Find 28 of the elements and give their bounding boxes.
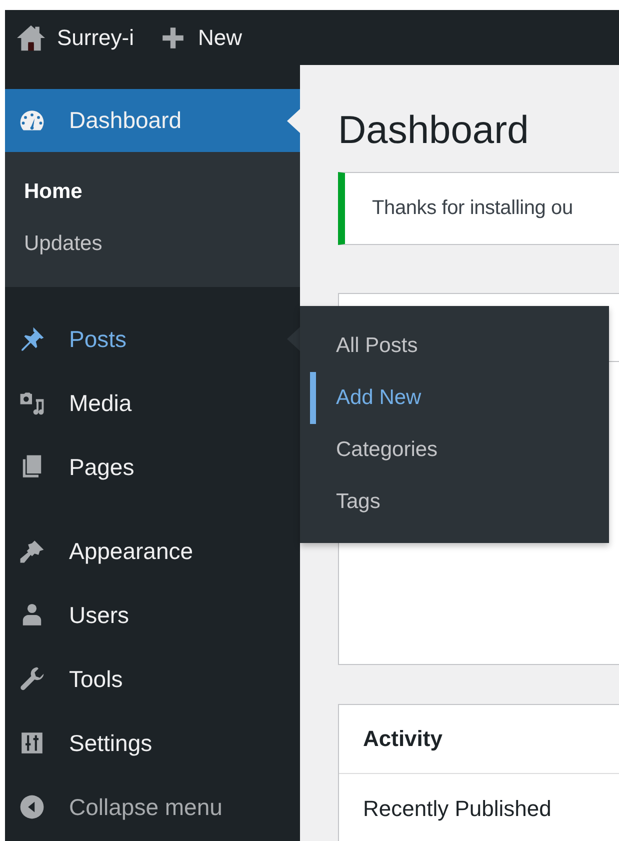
- notice-text: Thanks for installing ou: [372, 197, 573, 220]
- submenu-item[interactable]: Home: [5, 166, 300, 218]
- menu-item[interactable]: Dashboard: [5, 89, 300, 152]
- flyout-item[interactable]: All Posts: [310, 320, 609, 372]
- flyout-item[interactable]: Categories: [310, 424, 609, 476]
- collapse-menu-button[interactable]: Collapse menu: [5, 775, 300, 839]
- pushpin-icon: [19, 326, 45, 352]
- plus-icon: [160, 24, 186, 50]
- menu-item[interactable]: Media: [5, 371, 300, 435]
- site-link[interactable]: Surrey-i: [17, 24, 134, 52]
- submenu-item[interactable]: Updates: [5, 218, 300, 270]
- wrench-icon: [19, 666, 45, 692]
- home-icon: [17, 24, 45, 52]
- flyout-item[interactable]: Tags: [310, 476, 609, 528]
- paintbrush-icon: [19, 538, 45, 564]
- menu-item[interactable]: Tools: [5, 647, 300, 711]
- menu-item[interactable]: Posts: [5, 307, 300, 371]
- panel-title: Activity: [363, 726, 442, 752]
- menu-item[interactable]: Appearance: [5, 519, 300, 583]
- section-heading: Recently Published: [363, 796, 552, 822]
- menu-item[interactable]: Pages: [5, 435, 300, 499]
- new-link[interactable]: New: [160, 24, 242, 50]
- menu-item[interactable]: Settings: [5, 711, 300, 775]
- settings-icon: [19, 730, 45, 756]
- menu-item[interactable]: Users: [5, 583, 300, 647]
- page-title: Dashboard: [338, 108, 530, 154]
- flyout-item[interactable]: Add New: [310, 372, 609, 424]
- media-icon: [19, 390, 45, 416]
